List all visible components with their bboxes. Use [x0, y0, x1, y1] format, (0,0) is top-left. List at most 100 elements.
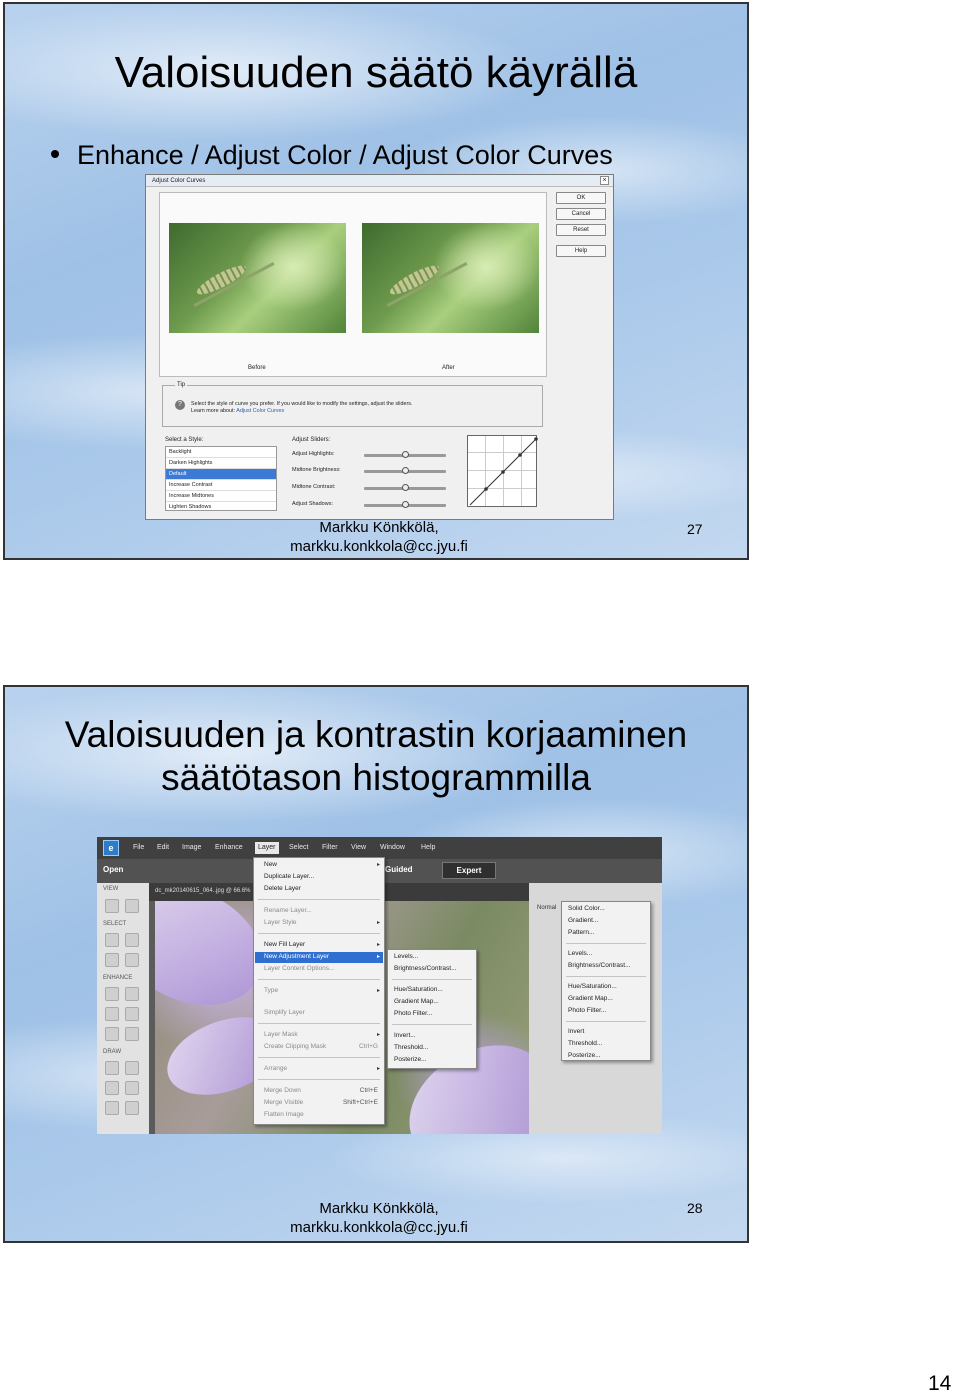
quick-selection-tool-icon[interactable] — [125, 953, 139, 967]
panel-item-gradient[interactable]: Gradient... — [568, 917, 598, 924]
menu-help[interactable]: Help — [421, 844, 435, 851]
pencil-tool-icon[interactable] — [125, 1101, 139, 1115]
submenu-item-invert[interactable]: Invert... — [394, 1032, 416, 1039]
bullet-item: Enhance / Adjust Color / Adjust Color Cu… — [51, 140, 613, 171]
menu-item-merge-down[interactable]: Merge Down — [264, 1087, 301, 1094]
tools-section-view: VIEW — [103, 886, 119, 892]
submenu-item-levels[interactable]: Levels... — [394, 953, 418, 960]
slide-28: Valoisuuden ja kontrastin korjaaminen sä… — [3, 685, 749, 1243]
submenu-item-threshold[interactable]: Threshold... — [394, 1044, 428, 1051]
panel-item-solid-color[interactable]: Solid Color... — [568, 905, 605, 912]
slider-knob[interactable] — [402, 467, 409, 474]
slider-knob[interactable] — [402, 501, 409, 508]
footer-author: Markku Könkkölä, markku.konkkola@cc.jyu.… — [290, 518, 468, 556]
after-label: After — [442, 365, 455, 371]
clone-stamp-tool-icon[interactable] — [125, 1007, 139, 1021]
lasso-tool-icon[interactable] — [105, 953, 119, 967]
submenu-item-photo-filter[interactable]: Photo Filter... — [394, 1010, 432, 1017]
submenu-item-brightness-contrast[interactable]: Brightness/Contrast... — [394, 965, 457, 972]
sponge-tool-icon[interactable] — [125, 1027, 139, 1041]
panel-item-photo-filter[interactable]: Photo Filter... — [568, 1007, 606, 1014]
blend-mode-select[interactable]: Normal — [537, 905, 556, 911]
style-item[interactable]: Backlight — [166, 447, 276, 458]
menu-item-create-clipping-mask[interactable]: Create Clipping Mask — [264, 1043, 326, 1050]
menu-filter[interactable]: Filter — [322, 844, 338, 851]
submenu-item-posterize[interactable]: Posterize... — [394, 1056, 427, 1063]
menu-item-simplify-layer[interactable]: Simplify Layer — [264, 1009, 305, 1016]
submenu-item-hue-saturation[interactable]: Hue/Saturation... — [394, 986, 443, 993]
bullet-dot — [51, 149, 59, 158]
slider-knob[interactable] — [402, 484, 409, 491]
panel-item-threshold[interactable]: Threshold... — [568, 1040, 602, 1047]
style-list[interactable]: Backlight Darken Highlights Default Incr… — [165, 446, 277, 511]
app-logo-icon: e — [103, 840, 119, 856]
panel-item-pattern[interactable]: Pattern... — [568, 929, 594, 936]
curve-line — [469, 437, 538, 506]
slider-knob[interactable] — [402, 451, 409, 458]
style-item-selected[interactable]: Default — [166, 469, 276, 480]
ok-button[interactable]: OK — [556, 192, 606, 204]
menu-item-arrange[interactable]: Arrange — [264, 1065, 287, 1072]
panel-item-hue-saturation[interactable]: Hue/Saturation... — [568, 983, 617, 990]
help-button[interactable]: Help — [556, 245, 606, 257]
panel-item-gradient-map[interactable]: Gradient Map... — [568, 995, 613, 1002]
brush-tool-icon[interactable] — [105, 1061, 119, 1075]
menu-item-delete-layer[interactable]: Delete Layer — [264, 885, 301, 892]
menu-enhance[interactable]: Enhance — [215, 844, 243, 851]
style-item[interactable]: Increase Midtones — [166, 491, 276, 502]
red-eye-tool-icon[interactable] — [105, 987, 119, 1001]
menu-item-layer-content-options[interactable]: Layer Content Options... — [264, 965, 334, 972]
panel-item-invert[interactable]: Invert — [568, 1028, 584, 1035]
learn-more-link[interactable]: Adjust Color Curves — [236, 408, 284, 414]
menu-item-layer-style[interactable]: Layer Style — [264, 919, 297, 926]
zoom-tool-icon[interactable] — [105, 899, 119, 913]
expert-mode-tab[interactable]: Expert — [442, 862, 496, 879]
adjustment-submenu: Levels... Brightness/Contrast... Hue/Sat… — [387, 949, 477, 1069]
eyedropper-tool-icon[interactable] — [105, 1101, 119, 1115]
menu-window[interactable]: Window — [380, 844, 405, 851]
open-button[interactable]: Open — [103, 865, 123, 874]
cancel-button[interactable]: Cancel — [556, 208, 606, 220]
marquee-tool-icon[interactable] — [125, 933, 139, 947]
tip-text: Select the style of curve you prefer. If… — [191, 401, 413, 414]
menu-item-layer-mask[interactable]: Layer Mask — [264, 1031, 298, 1038]
menu-select[interactable]: Select — [289, 844, 308, 851]
menu-item-flatten-image[interactable]: Flatten Image — [264, 1111, 304, 1118]
smart-brush-tool-icon[interactable] — [105, 1007, 119, 1021]
menu-view[interactable]: View — [351, 844, 366, 851]
close-icon[interactable]: × — [600, 176, 609, 185]
panel-item-levels[interactable]: Levels... — [568, 950, 592, 957]
submenu-item-gradient-map[interactable]: Gradient Map... — [394, 998, 439, 1005]
menu-item-duplicate-layer[interactable]: Duplicate Layer... — [264, 873, 314, 880]
paint-bucket-tool-icon[interactable] — [105, 1081, 119, 1095]
menu-item-new-fill-layer[interactable]: New Fill Layer — [264, 941, 305, 948]
menu-item-rename-layer[interactable]: Rename Layer... — [264, 907, 312, 914]
move-tool-icon[interactable] — [105, 933, 119, 947]
style-item[interactable]: Darken Highlights — [166, 458, 276, 469]
menu-item-type[interactable]: Type — [264, 987, 278, 994]
style-item[interactable]: Increase Contrast — [166, 480, 276, 491]
menu-item-merge-visible[interactable]: Merge Visible — [264, 1099, 303, 1106]
menu-item-new-adjustment-layer[interactable]: New Adjustment Layer — [264, 953, 329, 960]
style-item[interactable]: Lighten Shadows — [166, 502, 276, 510]
menu-layer[interactable]: Layer — [255, 842, 279, 854]
menu-edit[interactable]: Edit — [157, 844, 169, 851]
slide-27: Valoisuuden säätö käyrällä Enhance / Adj… — [3, 2, 749, 560]
guided-mode-tab[interactable]: Guided — [385, 865, 413, 874]
menu-image[interactable]: Image — [182, 844, 201, 851]
before-label: Before — [248, 365, 266, 371]
reset-button[interactable]: Reset — [556, 224, 606, 236]
hand-tool-icon[interactable] — [125, 899, 139, 913]
spot-healing-tool-icon[interactable] — [125, 987, 139, 1001]
panel-item-brightness-contrast[interactable]: Brightness/Contrast... — [568, 962, 631, 969]
eraser-tool-icon[interactable] — [125, 1061, 139, 1075]
menu-file[interactable]: File — [133, 844, 144, 851]
menu-item-new[interactable]: New — [264, 861, 277, 868]
gradient-tool-icon[interactable] — [125, 1081, 139, 1095]
panel-item-posterize[interactable]: Posterize... — [568, 1052, 601, 1059]
shadows-slider[interactable] — [364, 501, 446, 508]
highlights-slider[interactable] — [364, 451, 446, 458]
midtone-contrast-slider[interactable] — [364, 484, 446, 491]
midtone-brightness-slider[interactable] — [364, 467, 446, 474]
blur-tool-icon[interactable] — [105, 1027, 119, 1041]
